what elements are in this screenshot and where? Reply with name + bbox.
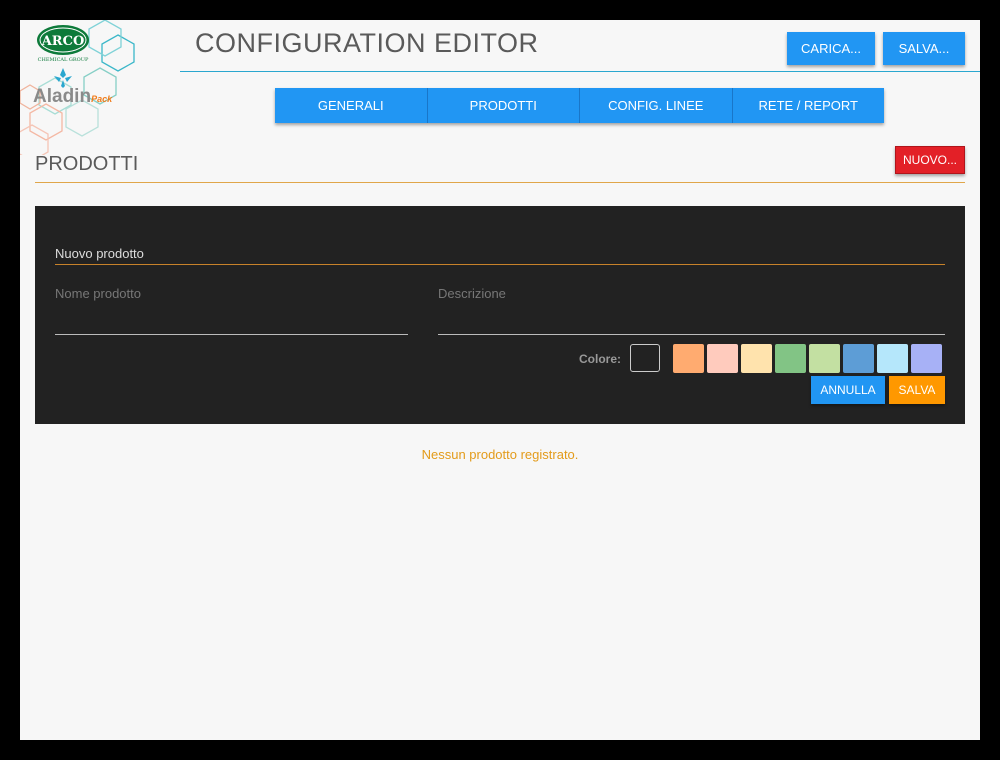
color-swatch-8[interactable] — [911, 344, 942, 373]
save-product-button[interactable]: SALVA — [889, 376, 945, 404]
new-product-button[interactable]: NUOVO... — [895, 146, 965, 174]
color-swatch-6[interactable] — [843, 344, 874, 373]
new-product-panel: Nuovo prodotto Nome prodotto Descrizione… — [35, 206, 965, 424]
aladin-wordmark: AladinPack — [33, 86, 112, 108]
empty-state-message: Nessun prodotto registrato. — [421, 447, 579, 462]
svg-text:ARCO: ARCO — [41, 34, 85, 49]
color-swatch-4[interactable] — [775, 344, 806, 373]
title-divider — [180, 71, 980, 72]
tab-generali[interactable]: GENERALI — [275, 88, 428, 123]
color-swatch-3[interactable] — [741, 344, 772, 373]
tab-rete-report[interactable]: RETE / REPORT — [732, 88, 884, 123]
color-swatch-5[interactable] — [809, 344, 840, 373]
description-label: Descrizione — [438, 286, 506, 301]
color-swatch-1[interactable] — [673, 344, 704, 373]
section-title: PRODOTTI — [35, 153, 139, 175]
load-button[interactable]: CARICA... — [787, 32, 875, 65]
logo: ARCO CHEMICAL GROUP AladinPack — [20, 20, 145, 162]
svg-text:CHEMICAL GROUP: CHEMICAL GROUP — [38, 57, 89, 63]
save-file-button[interactable]: SALVA... — [883, 32, 965, 65]
section-divider — [35, 182, 965, 183]
aladin-pack-text: Pack — [91, 94, 113, 104]
product-name-input[interactable] — [55, 314, 408, 335]
tab-config-linee[interactable]: CONFIG. LINEE — [580, 88, 733, 123]
panel-title: Nuovo prodotto — [55, 246, 144, 261]
description-input[interactable] — [438, 314, 945, 335]
color-label: Colore: — [579, 352, 621, 366]
aladin-text: Aladin — [33, 86, 92, 107]
product-name-label: Nome prodotto — [55, 286, 141, 301]
tab-prodotti[interactable]: PRODOTTI — [427, 88, 580, 123]
color-swatch-none[interactable] — [630, 344, 660, 372]
cancel-button[interactable]: ANNULLA — [811, 376, 885, 404]
page-title: CONFIGURATION EDITOR — [195, 28, 539, 58]
main-tabs: GENERALI PRODOTTI CONFIG. LINEE RETE / R… — [275, 88, 884, 123]
arco-logo: ARCO CHEMICAL GROUP — [37, 25, 89, 63]
panel-divider — [55, 264, 945, 265]
app-window: ARCO CHEMICAL GROUP AladinPack CONFIGURA… — [20, 20, 980, 740]
color-swatch-7[interactable] — [877, 344, 908, 373]
color-swatch-2[interactable] — [707, 344, 738, 373]
